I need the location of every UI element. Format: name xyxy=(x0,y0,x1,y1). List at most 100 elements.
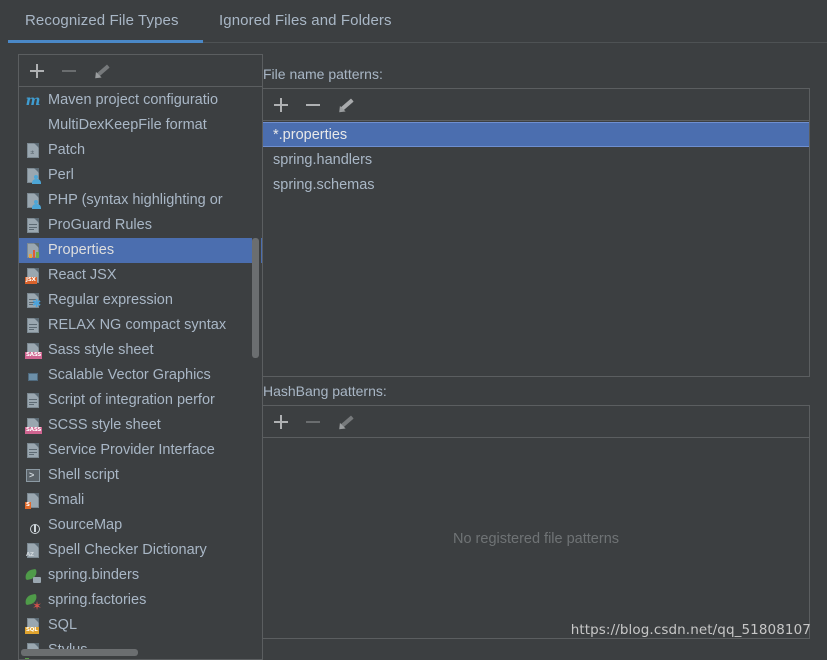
file-type-row[interactable]: m Maven project configuratio xyxy=(19,88,262,113)
file-type-label: Patch xyxy=(48,138,85,163)
pencil-icon xyxy=(337,97,353,113)
spring-factories-icon: ✶ xyxy=(25,592,41,609)
edit-file-type-button[interactable] xyxy=(90,60,112,82)
sourcemap-file-icon xyxy=(25,517,41,534)
file-types-list[interactable]: m Maven project configuratioMultiDexKeepF… xyxy=(19,88,262,659)
tab-bar-separator xyxy=(203,42,827,43)
dictionary-file-icon: AZ xyxy=(25,542,41,559)
file-type-label: SourceMap xyxy=(48,513,122,538)
hashbang-patterns-toolbar xyxy=(263,406,809,438)
file-type-row[interactable]: > Shell script xyxy=(19,463,262,488)
maven-icon: m xyxy=(25,92,41,109)
proguard-file-icon xyxy=(25,217,41,234)
regex-file-icon: ✱ xyxy=(25,292,41,309)
file-name-patterns-panel: *.propertiesspring.handlersspring.schema… xyxy=(262,88,810,377)
file-type-row[interactable]: PHP (syntax highlighting or xyxy=(19,188,262,213)
minus-icon xyxy=(306,421,320,423)
svg-file-icon xyxy=(25,367,41,384)
add-file-type-button[interactable] xyxy=(26,60,48,82)
file-type-label: Service Provider Interface xyxy=(48,438,215,463)
file-type-row[interactable]: ✱ Regular expression xyxy=(19,288,262,313)
remove-file-type-button[interactable] xyxy=(58,60,80,82)
file-type-label: Sass style sheet xyxy=(48,338,154,363)
file-type-label: SQL xyxy=(48,613,77,638)
tab-ignored-files-and-folders[interactable]: Ignored Files and Folders xyxy=(219,12,392,29)
file-type-label: Shell script xyxy=(48,463,119,488)
remove-hashbang-button[interactable] xyxy=(302,411,324,433)
file-type-label: SCSS style sheet xyxy=(48,413,161,438)
file-name-patterns-label: File name patterns: xyxy=(263,66,383,82)
file-type-row[interactable]: MultiDexKeepFile format xyxy=(19,113,262,138)
file-type-label: MultiDexKeepFile format xyxy=(48,113,207,138)
sass-file-icon: SASS xyxy=(25,342,41,359)
file-type-label: Regular expression xyxy=(48,288,173,313)
add-pattern-button[interactable] xyxy=(270,94,292,116)
edit-pattern-button[interactable] xyxy=(334,94,356,116)
pattern-row[interactable]: spring.handlers xyxy=(263,147,809,172)
file-type-row[interactable]: ± Patch xyxy=(19,138,262,163)
empty-patterns-message: No registered file patterns xyxy=(263,439,809,638)
file-type-row[interactable]: SQL SQL xyxy=(19,613,262,638)
add-hashbang-button[interactable] xyxy=(270,411,292,433)
file-type-label: RELAX NG compact syntax xyxy=(48,313,226,338)
script-file-icon xyxy=(25,392,41,409)
hashbang-patterns-panel: No registered file patterns xyxy=(262,405,810,639)
file-types-vertical-scrollbar[interactable] xyxy=(252,88,261,659)
file-type-row[interactable]: Script of integration perfor xyxy=(19,388,262,413)
file-type-row[interactable]: Properties xyxy=(19,238,262,263)
pencil-icon xyxy=(93,63,109,79)
file-type-row[interactable]: ProGuard Rules xyxy=(19,213,262,238)
file-type-row[interactable]: SASS Sass style sheet xyxy=(19,338,262,363)
file-type-row[interactable]: SourceMap xyxy=(19,513,262,538)
file-name-patterns-toolbar xyxy=(263,89,809,121)
file-type-label: Script of integration perfor xyxy=(48,388,215,413)
smali-file-icon: S xyxy=(25,492,41,509)
perl-file-icon xyxy=(25,167,41,184)
pattern-row[interactable]: spring.schemas xyxy=(263,172,809,197)
scss-file-icon: SASS xyxy=(25,417,41,434)
file-types-settings-page: Recognized File Types Ignored Files and … xyxy=(0,0,827,660)
jsx-file-icon: JSX xyxy=(25,267,41,284)
remove-pattern-button[interactable] xyxy=(302,94,324,116)
edit-hashbang-button[interactable] xyxy=(334,411,356,433)
relaxng-file-icon xyxy=(25,317,41,334)
properties-file-icon xyxy=(25,242,41,259)
file-type-label: Maven project configuratio xyxy=(48,88,218,113)
file-type-row[interactable]: AZ Spell Checker Dictionary xyxy=(19,538,262,563)
scrollbar-thumb[interactable] xyxy=(21,649,138,656)
patch-file-icon: ± xyxy=(25,142,41,159)
file-type-label: Spell Checker Dictionary xyxy=(48,538,207,563)
spring-binders-icon xyxy=(25,567,41,584)
file-type-label: Scalable Vector Graphics xyxy=(48,363,211,388)
plus-icon xyxy=(274,415,288,429)
file-type-label: React JSX xyxy=(48,263,117,288)
minus-icon xyxy=(306,104,320,106)
php-file-icon xyxy=(25,192,41,209)
file-type-row[interactable]: JSX React JSX xyxy=(19,263,262,288)
scrollbar-thumb[interactable] xyxy=(252,238,259,358)
recognized-file-types-panel: m Maven project configuratioMultiDexKeepF… xyxy=(18,54,263,660)
file-type-row[interactable]: SSmali xyxy=(19,488,262,513)
sql-file-icon: SQL xyxy=(25,617,41,634)
file-type-label: spring.binders xyxy=(48,563,139,588)
shell-script-icon: > xyxy=(25,467,41,484)
file-type-row[interactable]: SASS SCSS style sheet xyxy=(19,413,262,438)
hashbang-patterns-list[interactable]: No registered file patterns xyxy=(263,439,809,638)
file-type-row[interactable]: RELAX NG compact syntax xyxy=(19,313,262,338)
file-type-label: ProGuard Rules xyxy=(48,213,152,238)
hashbang-patterns-label: HashBang patterns: xyxy=(263,383,387,399)
blank-icon xyxy=(25,117,41,134)
file-type-row[interactable]: spring.binders xyxy=(19,563,262,588)
file-type-row[interactable]: Perl xyxy=(19,163,262,188)
plus-icon xyxy=(30,64,44,78)
file-type-row[interactable]: Scalable Vector Graphics xyxy=(19,363,262,388)
tab-recognized-file-types[interactable]: Recognized File Types xyxy=(25,12,179,29)
file-type-row[interactable]: Service Provider Interface xyxy=(19,438,262,463)
pattern-row[interactable]: *.properties xyxy=(263,122,809,147)
watermark-url: https://blog.csdn.net/qq_51808107 xyxy=(571,622,811,638)
file-name-patterns-list[interactable]: *.propertiesspring.handlersspring.schema… xyxy=(263,122,809,376)
file-types-horizontal-scrollbar[interactable] xyxy=(19,649,262,658)
tab-bar: Recognized File Types Ignored Files and … xyxy=(0,0,827,44)
spi-file-icon xyxy=(25,442,41,459)
file-type-row[interactable]: ✶spring.factories xyxy=(19,588,262,613)
